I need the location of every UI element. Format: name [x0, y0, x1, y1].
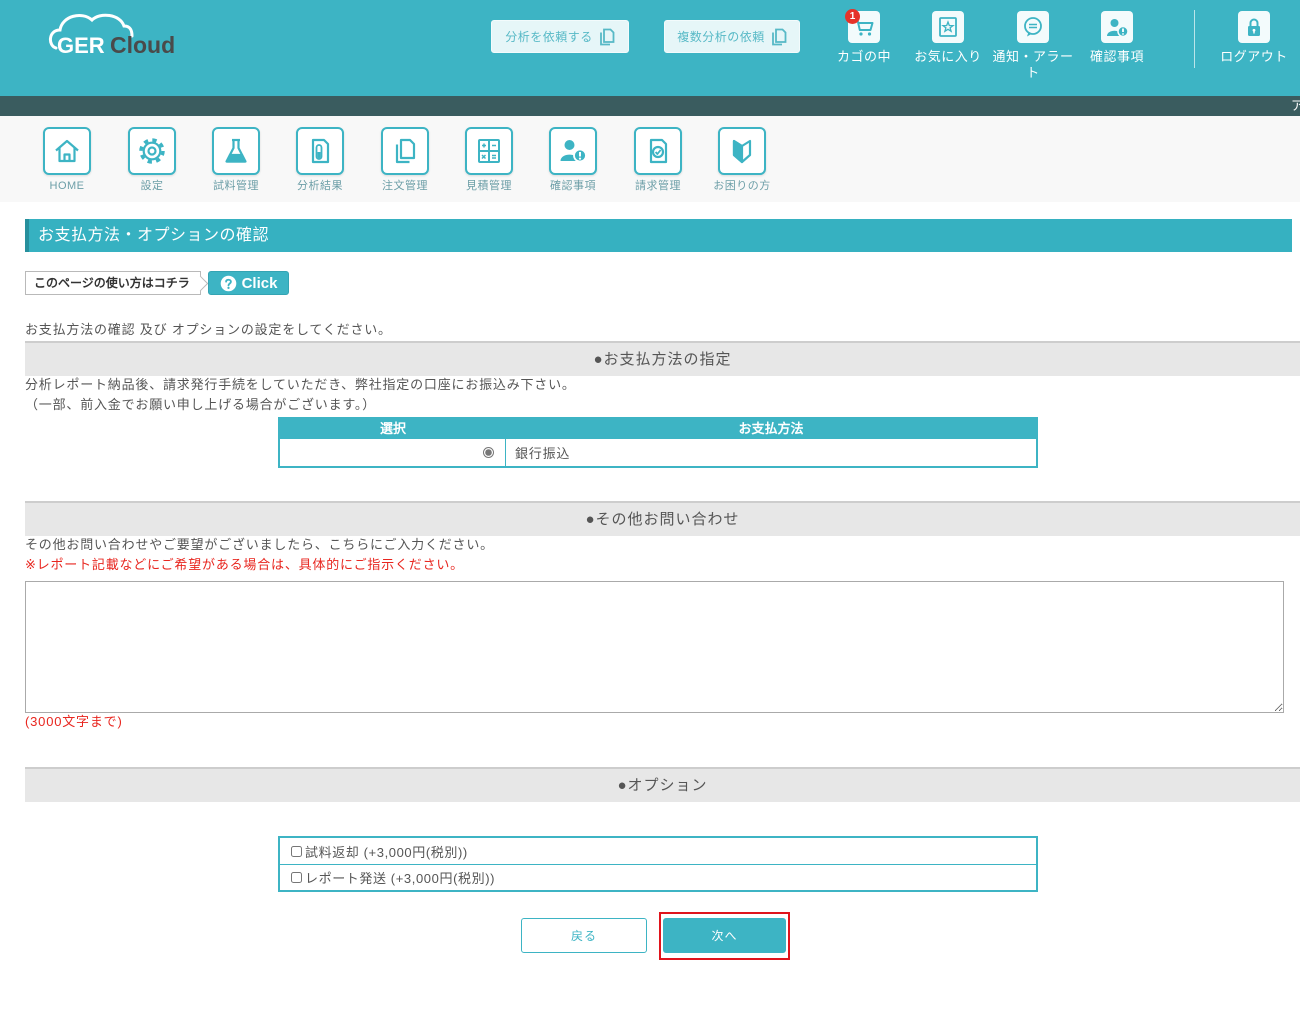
document-copy-icon	[771, 28, 787, 45]
back-button-label: 戻る	[570, 929, 597, 943]
notification-icon	[1017, 11, 1049, 43]
menu-label-billing: 請求管理	[635, 180, 681, 192]
menu-item-billing[interactable]: 請求管理	[616, 127, 700, 193]
logout-link[interactable]: ログアウト	[1212, 11, 1296, 65]
option-sample-return[interactable]: 試料返却 (+3,000円(税別))	[280, 838, 1036, 864]
header-confirmations-label: 確認事項	[1089, 49, 1144, 64]
page-intro-text: お支払方法の確認 及び オプションの設定をしてください。	[25, 322, 392, 337]
gear-icon	[128, 127, 176, 175]
inquiry-textarea[interactable]	[25, 581, 1284, 713]
favorite-icon	[932, 11, 964, 43]
header-cart-label: カゴの中	[836, 49, 891, 64]
inquiry-char-limit: (3000文字まで)	[25, 714, 123, 729]
header-notifications-label: 通知・アラート	[992, 49, 1074, 80]
column-header-select: 選択	[379, 421, 406, 436]
invoice-check-icon	[634, 127, 682, 175]
document-copy-icon	[599, 28, 615, 45]
home-icon	[43, 127, 91, 175]
menu-label-orders: 注文管理	[382, 180, 428, 192]
option-report-shipping-label: レポート発送 (+3,000円(税別))	[305, 871, 496, 886]
option-report-shipping[interactable]: レポート発送 (+3,000円(税別))	[280, 864, 1036, 890]
inquiry-note: その他お問い合わせやご要望がございましたら、こちらにご入力ください。	[25, 537, 494, 552]
header-cart-link[interactable]: 1 カゴの中	[822, 9, 906, 65]
report-shipping-checkbox[interactable]	[291, 872, 302, 883]
header-divider	[1194, 10, 1195, 68]
confirm-person-icon	[1101, 11, 1133, 43]
header-favorites-label: お気に入り	[914, 49, 982, 64]
beginner-mark-icon	[718, 127, 766, 175]
cart-count-badge: 1	[845, 9, 860, 24]
menu-label-estimates: 見積管理	[466, 180, 512, 192]
menu-item-confirmations[interactable]: 確認事項	[531, 127, 615, 193]
page-help-label: このページの使い方はコチラ	[25, 271, 201, 295]
page-help-click-label: Click	[241, 274, 278, 292]
menu-item-results[interactable]: 分析結果	[278, 127, 362, 193]
bank-transfer-radio[interactable]	[483, 447, 494, 458]
news-ticker-bar: ア	[0, 96, 1300, 116]
header-confirmations-link[interactable]: 確認事項	[1075, 11, 1159, 65]
payment-select-cell	[280, 439, 506, 466]
menu-label-settings: 設定	[140, 180, 164, 192]
multi-request-analysis-label: 複数分析の依頼	[677, 30, 765, 44]
logo-text-cloud: Cloud	[110, 32, 176, 58]
column-header-payment-method: お支払方法	[738, 421, 804, 436]
menu-item-estimates[interactable]: 見積管理	[447, 127, 531, 193]
flask-icon	[212, 127, 260, 175]
menu-item-help[interactable]: お困りの方	[700, 127, 784, 193]
payment-section-heading: ●お支払方法の指定	[25, 341, 1300, 376]
logout-label: ログアウト	[1220, 49, 1288, 64]
calculator-icon	[465, 127, 513, 175]
test-tube-document-icon	[296, 127, 344, 175]
logo-text-ger: GER	[57, 33, 105, 58]
ger-cloud-logo[interactable]: GER Cloud	[48, 12, 180, 64]
option-sample-return-label: 試料返却 (+3,000円(税別))	[305, 844, 468, 860]
multi-request-analysis-button[interactable]: 複数分析の依頼	[664, 20, 800, 53]
sample-return-checkbox[interactable]	[291, 845, 302, 857]
back-button[interactable]: 戻る	[521, 918, 647, 953]
payment-note-1: 分析レポート納品後、請求発行手続をしていただき、弊社指定の口座にお振込み下さい。	[25, 377, 576, 392]
menu-label-home: HOME	[49, 180, 85, 192]
menu-item-settings[interactable]: 設定	[110, 127, 194, 193]
menu-item-samples[interactable]: 試料管理	[194, 127, 278, 193]
question-icon	[220, 275, 236, 291]
menu-label-results: 分析結果	[297, 180, 343, 192]
menu-item-home[interactable]: HOME	[25, 127, 109, 193]
payment-method-table: 選択 お支払方法 銀行振込	[278, 417, 1038, 468]
main-menu-bar: HOME 設定 試料管理 分析結果 注文管理 見積管理 確認事項 請求管理 お困…	[0, 116, 1300, 202]
request-analysis-label: 分析を依頼する	[505, 30, 593, 44]
request-analysis-button[interactable]: 分析を依頼する	[491, 20, 629, 53]
next-button-label: 次へ	[711, 929, 738, 943]
top-header: GER Cloud 分析を依頼する 複数分析の依頼 1 カゴの中 お気に入り 通…	[0, 0, 1300, 96]
options-table: 試料返却 (+3,000円(税別)) レポート発送 (+3,000円(税別))	[278, 836, 1038, 892]
payment-method-name: 銀行振込	[515, 446, 571, 461]
inquiry-section-heading: ●その他お問い合わせ	[25, 501, 1300, 536]
lock-icon	[1238, 11, 1270, 43]
page-title: お支払方法・オプションの確認	[25, 219, 1292, 252]
header-notifications-link[interactable]: 通知・アラート	[991, 11, 1075, 81]
menu-label-confirmations: 確認事項	[550, 180, 596, 192]
documents-icon	[381, 127, 429, 175]
next-button[interactable]: 次へ	[663, 918, 786, 953]
payment-table-header: 選択 お支払方法	[280, 419, 1036, 439]
menu-label-samples: 試料管理	[213, 180, 259, 192]
inquiry-warning: ※レポート記載などにご希望がある場合は、具体的にご指示ください。	[25, 557, 464, 572]
payment-note-2: （一部、前入金でお願い申し上げる場合がございます。）	[25, 397, 377, 412]
table-row: 銀行振込	[280, 439, 1036, 466]
ticker-text[interactable]: ア	[1291, 98, 1300, 114]
menu-item-orders[interactable]: 注文管理	[363, 127, 447, 193]
header-favorites-link[interactable]: お気に入り	[906, 11, 990, 65]
page-help-click-button[interactable]: Click	[208, 271, 289, 295]
confirm-person-icon	[549, 127, 597, 175]
options-section-heading: ●オプション	[25, 767, 1300, 802]
menu-label-help: お困りの方	[713, 180, 771, 192]
